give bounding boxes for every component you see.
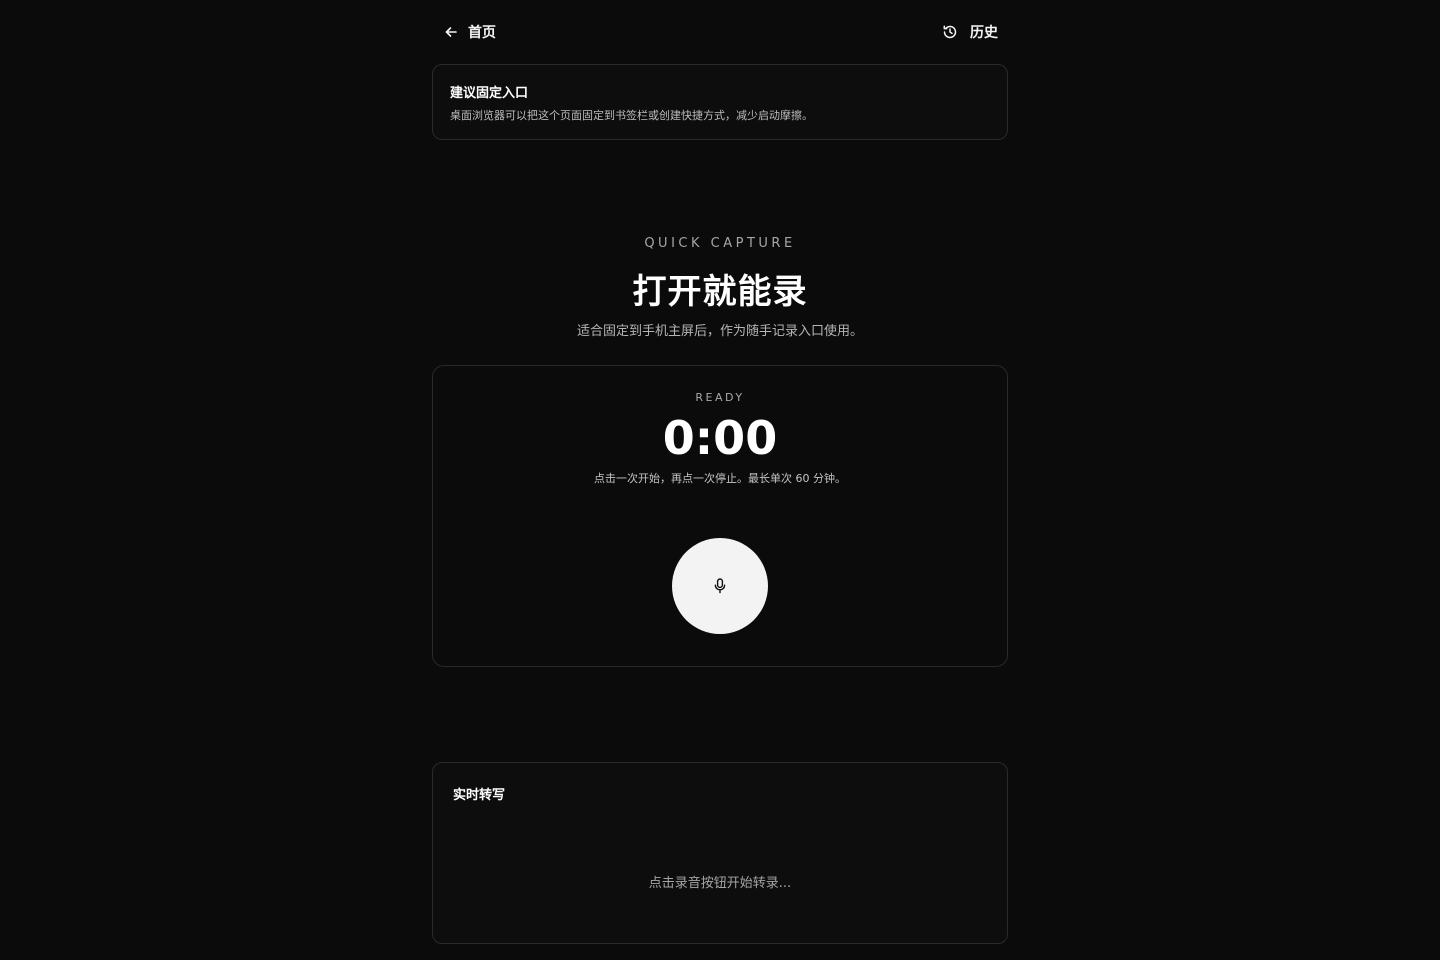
recording-hint: 点击一次开始，再点一次停止。最长单次 60 分钟。 bbox=[594, 472, 846, 485]
transcript-card: 实时转写 点击录音按钮开始转录... bbox=[432, 762, 1008, 944]
recording-status: READY bbox=[695, 391, 745, 404]
pin-suggestion-card: 建议固定入口 桌面浏览器可以把这个页面固定到书签栏或创建快捷方式，减少启动摩擦。 bbox=[432, 64, 1008, 140]
hero-eyebrow: QUICK CAPTURE bbox=[644, 236, 796, 251]
page-subtitle: 适合固定到手机主屏后，作为随手记录入口使用。 bbox=[576, 324, 863, 339]
page-title: 打开就能录 bbox=[632, 272, 808, 312]
back-home-label: 首页 bbox=[468, 25, 496, 41]
record-button[interactable] bbox=[672, 538, 768, 634]
top-bar: 首页 历史 bbox=[432, 14, 1008, 50]
pin-suggestion-description: 桌面浏览器可以把这个页面固定到书签栏或创建快捷方式，减少启动摩擦。 bbox=[450, 109, 813, 122]
transcript-placeholder: 点击录音按钮开始转录... bbox=[648, 876, 792, 891]
recorder-card: READY 0:00 点击一次开始，再点一次停止。最长单次 60 分钟。 bbox=[432, 365, 1008, 667]
arrow-left-icon bbox=[444, 25, 458, 39]
microphone-icon bbox=[713, 578, 727, 594]
quick-capture-page: 首页 历史 建议固定入口 桌面浏览器可以把这个页面固定到书签栏或创建快捷方式，减… bbox=[0, 0, 1440, 960]
history-button[interactable]: 历史 bbox=[938, 14, 1002, 50]
history-label: 历史 bbox=[970, 25, 998, 41]
pin-suggestion-title: 建议固定入口 bbox=[450, 86, 529, 101]
back-home-button[interactable]: 首页 bbox=[438, 14, 502, 50]
history-icon bbox=[942, 24, 958, 40]
transcript-title: 实时转写 bbox=[453, 788, 506, 803]
recording-timer: 0:00 bbox=[662, 411, 778, 465]
